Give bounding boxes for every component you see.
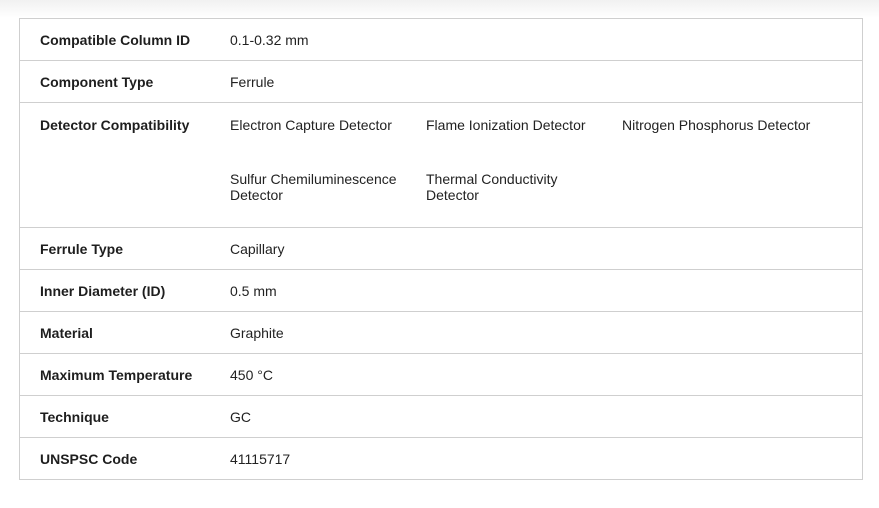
spec-row-unspsc-code: UNSPSC Code 41115717	[20, 438, 862, 480]
top-fade	[0, 0, 879, 18]
specifications-table: Compatible Column ID 0.1-0.32 mm Compone…	[19, 18, 863, 480]
spec-label: Inner Diameter (ID)	[40, 282, 166, 299]
spec-row-component-type: Component Type Ferrule	[20, 61, 862, 103]
spec-row-ferrule-type: Ferrule Type Capillary	[20, 228, 862, 270]
spec-label: Ferrule Type	[40, 240, 123, 257]
spec-value: Capillary	[230, 240, 285, 257]
spec-label: Material	[40, 324, 93, 341]
spec-label: Technique	[40, 408, 109, 425]
detector-item: Flame Ionization Detector	[426, 117, 586, 133]
spec-value: Graphite	[230, 324, 284, 341]
spec-row-technique: Technique GC	[20, 396, 862, 438]
spec-row-inner-diameter: Inner Diameter (ID) 0.5 mm	[20, 270, 862, 312]
detector-list: Electron Capture Detector Flame Ionizati…	[230, 103, 852, 227]
spec-label: Detector Compatibility	[40, 117, 190, 133]
spec-label: Component Type	[40, 73, 154, 90]
spec-value: GC	[230, 408, 251, 425]
spec-row-material: Material Graphite	[20, 312, 862, 354]
spec-label: Maximum Temperature	[40, 366, 193, 383]
spec-value: 41115717	[230, 450, 291, 467]
spec-row-compatible-column-id: Compatible Column ID 0.1-0.32 mm	[20, 19, 862, 61]
spec-row-detector-compatibility: Detector Compatibility Electron Capture …	[20, 103, 862, 228]
spec-value: 450 °C	[230, 366, 273, 383]
detector-item: Electron Capture Detector	[230, 117, 392, 133]
detector-item: Sulfur Chemiluminescence Detector	[230, 171, 397, 203]
spec-value: 0.5 mm	[230, 282, 277, 299]
spec-row-maximum-temperature: Maximum Temperature 450 °C	[20, 354, 862, 396]
detector-item: Nitrogen Phosphorus Detector	[622, 117, 811, 133]
detector-item: Thermal Conductivity Detector	[426, 171, 558, 203]
spec-value: 0.1-0.32 mm	[230, 31, 309, 48]
spec-value: Ferrule	[230, 73, 275, 90]
spec-label: Compatible Column ID	[40, 31, 191, 48]
spec-label: UNSPSC Code	[40, 450, 138, 467]
